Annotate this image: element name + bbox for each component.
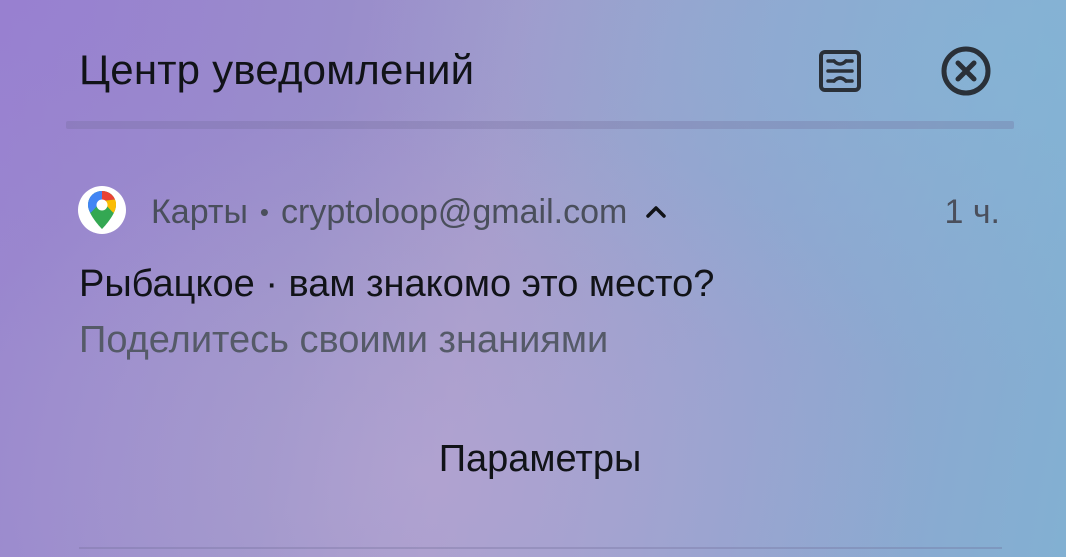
notification-settings-icon bbox=[819, 50, 861, 92]
parameters-button[interactable]: Параметры bbox=[400, 430, 680, 488]
chevron-up-icon bbox=[646, 206, 667, 218]
notification-time: 1 ч. bbox=[944, 193, 1000, 231]
notification-header: Карты • cryptoloop@gmail.com bbox=[151, 190, 671, 234]
close-button[interactable] bbox=[936, 41, 996, 101]
notification-title[interactable]: Рыбацкое · вам знакомо это место? bbox=[79, 260, 714, 308]
notification-body[interactable]: Поделитесь своими знаниями bbox=[79, 316, 608, 364]
close-circle-icon bbox=[941, 46, 991, 96]
meta-separator: • bbox=[259, 196, 269, 227]
bottom-divider bbox=[79, 547, 1002, 549]
expand-button[interactable] bbox=[641, 197, 671, 227]
manage-notifications-button[interactable] bbox=[810, 41, 870, 101]
account-email: cryptoloop@gmail.com bbox=[281, 192, 628, 231]
page-title: Центр уведомлений bbox=[79, 46, 475, 93]
google-maps-icon bbox=[88, 191, 116, 229]
header-divider bbox=[66, 121, 1014, 129]
app-name: Карты bbox=[151, 192, 248, 231]
app-icon-container bbox=[78, 186, 126, 234]
